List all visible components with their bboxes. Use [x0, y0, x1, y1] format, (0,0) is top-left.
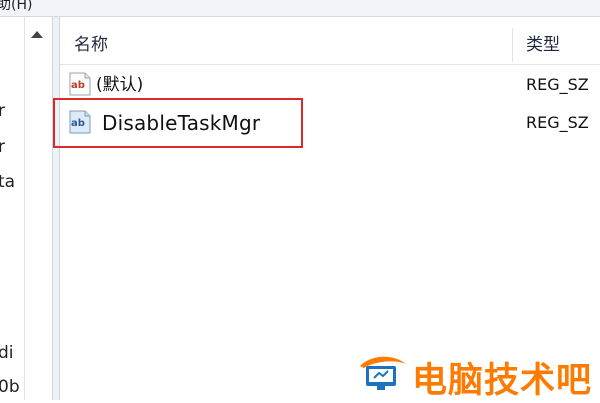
column-divider[interactable] [512, 28, 513, 62]
tree-item[interactable]: 0b [0, 377, 20, 397]
column-header-type[interactable]: 类型 [526, 26, 560, 64]
column-header-row: 名称 类型 [60, 26, 600, 65]
svg-text:ab: ab [71, 80, 85, 91]
watermark-text: 电脑技术吧 [412, 361, 593, 401]
tree-item[interactable]: ta [0, 172, 15, 192]
tree-item[interactable]: r [0, 137, 5, 157]
highlight-box [53, 98, 303, 148]
monitor-hat-logo [360, 356, 406, 390]
values-list-pane: 名称 类型 ab (默认) REG_SZ ab DisableTaskMgr R… [60, 17, 600, 400]
pane-splitter[interactable] [52, 17, 60, 400]
tree-scrollbar[interactable] [24, 17, 53, 400]
menu-bar: 助(H) [0, 0, 600, 17]
tree-item[interactable]: di [0, 343, 14, 363]
value-type: REG_SZ [526, 75, 589, 94]
column-header-name[interactable]: 名称 [74, 26, 108, 64]
menu-help-fragment[interactable]: 助(H) [0, 0, 32, 14]
reg-string-icon: ab [69, 72, 91, 96]
value-type: REG_SZ [526, 113, 589, 132]
scroll-up-arrow-icon[interactable] [31, 31, 43, 38]
tree-item[interactable]: r [0, 101, 5, 121]
watermark: 电脑技术吧 [356, 350, 600, 401]
